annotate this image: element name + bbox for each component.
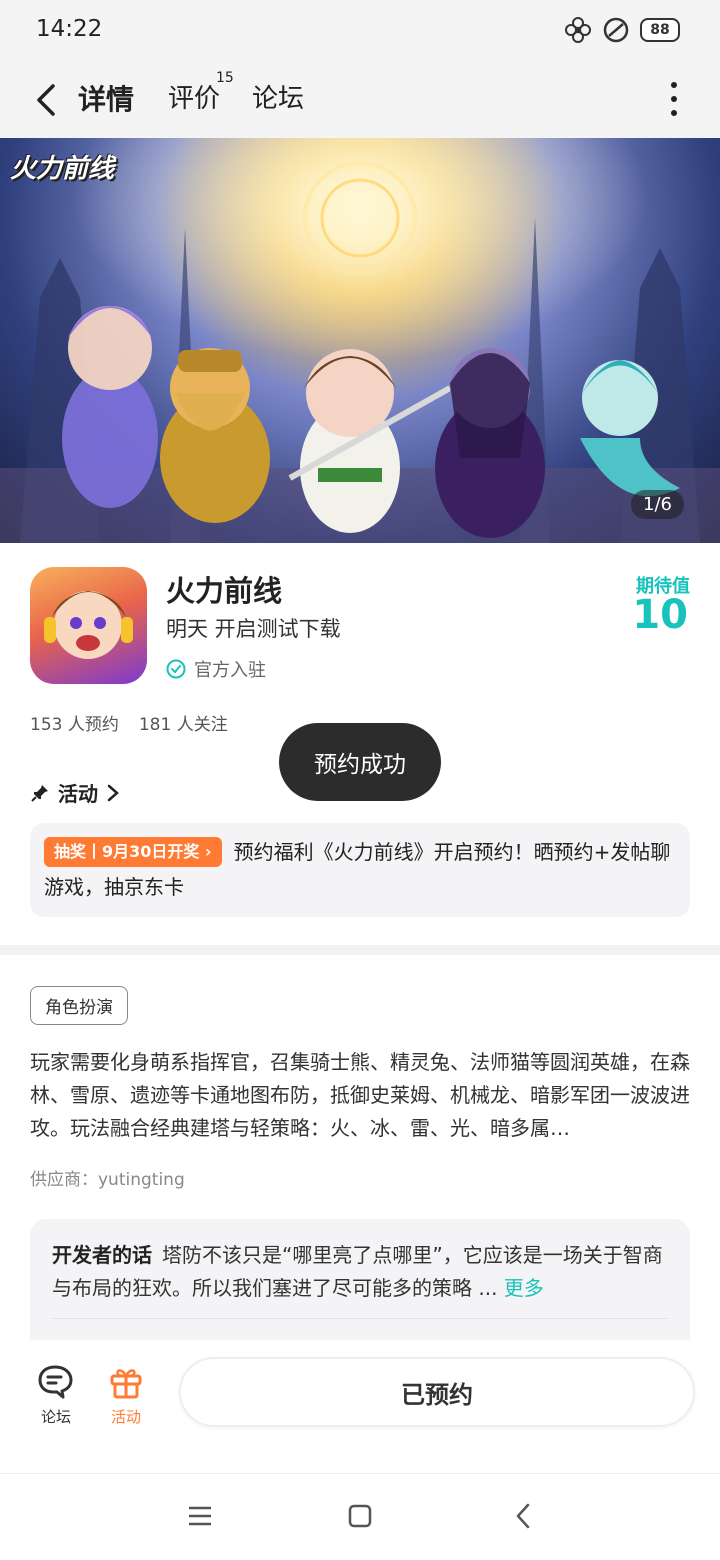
tab-review-label: 评价 <box>168 84 221 114</box>
section-divider <box>0 945 720 955</box>
bottom-forum-label: 论坛 <box>40 1408 71 1426</box>
supplier-info: 供应商：yutingting <box>30 1170 185 1190</box>
developer-note-card[interactable]: 开发者的话 塔防不该只是“哪里亮了点哪里”，它应该是一场关于智商与布局的狂欢。所以… <box>30 1219 690 1359</box>
back-button[interactable] <box>28 78 64 122</box>
banner-game-logo: 火力前线 <box>10 154 115 184</box>
lottery-tag[interactable]: 抽奖丨9月30日开奖 › <box>44 837 222 867</box>
activity-heading: 活动 <box>58 782 98 806</box>
app-icon-artwork <box>44 591 133 659</box>
chat-bubble-icon <box>38 1365 73 1399</box>
reservation-count: 153 人预约 <box>30 715 119 735</box>
bottom-activity-button[interactable]: 活动 <box>96 1364 156 1427</box>
bottom-forum-button[interactable]: 论坛 <box>26 1364 86 1427</box>
back-triangle-icon[interactable] <box>510 1502 538 1530</box>
banner-artwork <box>0 138 720 543</box>
follower-count: 181 人关注 <box>138 715 228 735</box>
battery-icon: 88 <box>640 18 680 42</box>
developer-note-title: 开发者的话 <box>52 1243 152 1267</box>
tab-forum-label: 论坛 <box>252 84 305 114</box>
gift-icon <box>110 1369 142 1399</box>
menu-lines-icon[interactable] <box>186 1502 214 1530</box>
bottom-action-bar: 论坛 活动 已预约 <box>0 1340 720 1473</box>
app-release-info: 明天 开启测试下载 <box>166 617 341 641</box>
bottom-activity-label: 活动 <box>110 1408 141 1426</box>
official-badge: 官方入驻 <box>166 656 266 682</box>
app-title: 火力前线 <box>166 574 283 608</box>
more-dot <box>671 82 677 88</box>
review-count-badge: 15 <box>216 70 234 86</box>
pin-icon <box>31 784 48 802</box>
lottery-tag-text: 抽奖丨9月30日开奖 <box>54 842 200 861</box>
activity-section-header[interactable]: 活动 <box>30 778 120 807</box>
system-navigation-bar <box>0 1473 720 1560</box>
status-icons: 88 <box>564 16 680 44</box>
status-time: 14:22 <box>36 16 103 42</box>
game-banner-image[interactable]: 火力前线 1/6 <box>0 138 720 543</box>
hero-mage <box>62 306 158 508</box>
banner-image-counter: 1/6 <box>631 490 684 519</box>
chevron-right-icon <box>107 784 119 801</box>
tab-detail[interactable]: 详情 <box>78 78 135 118</box>
developer-note-divider <box>52 1318 668 1319</box>
game-description[interactable]: 玩家需要化身萌系指挥官，召集骑士熊、精灵兔、法师猫等圆润英雄，在森林、雪原、遗迹… <box>30 1046 692 1145</box>
home-square-icon[interactable] <box>346 1502 374 1530</box>
no-disturb-icon <box>602 16 630 44</box>
more-dot <box>671 96 677 102</box>
developer-note-more-link[interactable]: 更多 <box>504 1276 544 1300</box>
more-options-button[interactable] <box>664 82 684 116</box>
tab-forum[interactable]: 论坛 <box>252 78 304 115</box>
activity-card[interactable]: 抽奖丨9月30日开奖 › 预约福利《火力前线》开启预约！晒预约+发帖聊游戏，抽京东… <box>30 823 690 917</box>
official-label: 官方入驻 <box>194 660 266 681</box>
reservation-success-toast: 预约成功 <box>279 723 441 801</box>
tab-review[interactable]: 评价 15 <box>168 70 234 115</box>
expectation-value: 10 <box>632 592 688 638</box>
status-bar: 14:22 88 <box>0 0 720 64</box>
chevron-left-icon <box>37 84 55 116</box>
app-icon <box>30 567 147 684</box>
flower-notification-icon <box>564 16 592 44</box>
reserved-button[interactable]: 已预约 <box>179 1357 695 1427</box>
more-dot <box>671 110 677 116</box>
genre-tag[interactable]: 角色扮演 <box>30 986 128 1025</box>
top-nav: 详情 评价 15 论坛 <box>0 64 720 138</box>
reservation-stats: 153 人预约 181 人关注 <box>30 710 228 735</box>
verified-check-icon <box>166 659 186 679</box>
tab-detail-label: 详情 <box>78 83 135 116</box>
